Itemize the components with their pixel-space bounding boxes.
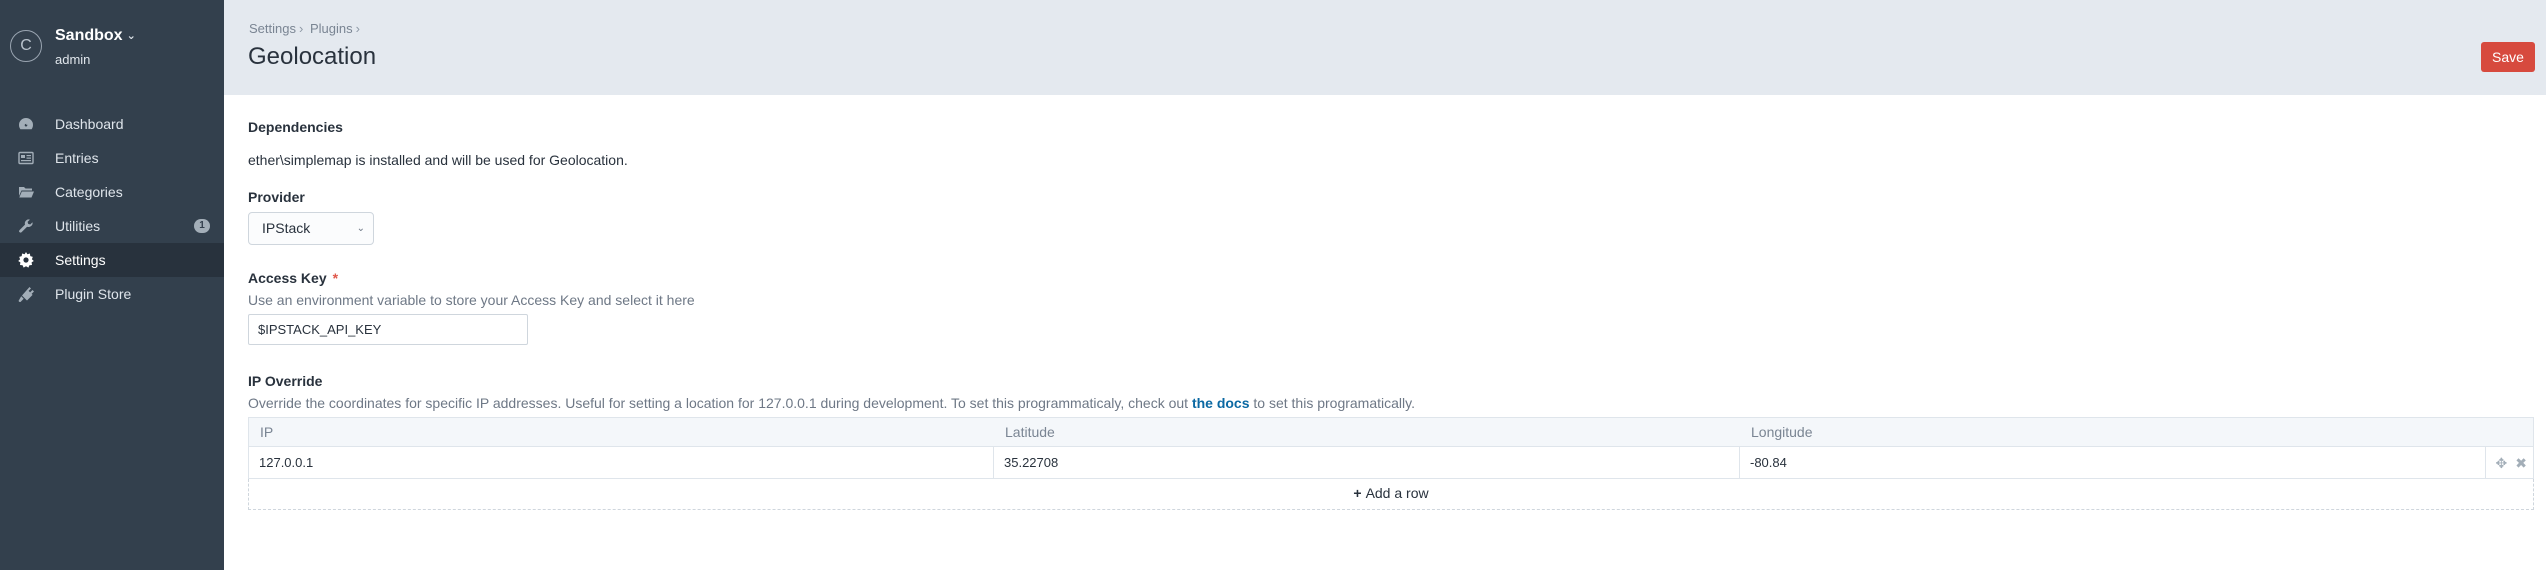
required-indicator: * bbox=[332, 270, 339, 286]
nav-item-settings[interactable]: Settings bbox=[0, 243, 224, 277]
ip-override-hint: Override the coordinates for specific IP… bbox=[248, 395, 1415, 411]
chevron-down-icon: ⌄ bbox=[126, 30, 136, 42]
chevron-down-icon: ⌄ bbox=[356, 223, 365, 234]
row-actions: ✥ ✖ bbox=[2488, 455, 2527, 472]
add-row-label: Add a row bbox=[1365, 485, 1429, 501]
nav-label: Dashboard bbox=[55, 116, 124, 132]
table-row: 127.0.0.1 35.22708 -80.84 ✥ ✖ bbox=[249, 447, 2533, 479]
nav-label: Settings bbox=[55, 252, 106, 268]
docs-link[interactable]: the docs bbox=[1192, 395, 1250, 411]
dependencies-text: ether\simplemap is installed and will be… bbox=[248, 152, 628, 168]
site-name-label: Sandbox bbox=[55, 27, 123, 44]
breadcrumb-plugins[interactable]: Plugins bbox=[310, 21, 353, 36]
nav-item-entries[interactable]: Entries bbox=[0, 141, 224, 175]
column-header-latitude: Latitude bbox=[1005, 424, 1055, 440]
access-key-label-text: Access Key bbox=[248, 270, 327, 286]
site-name[interactable]: Sandbox ⌄ bbox=[55, 27, 136, 45]
page-title: Geolocation bbox=[248, 43, 377, 70]
breadcrumb-separator: › bbox=[355, 21, 360, 36]
categories-icon bbox=[17, 184, 34, 200]
breadcrumb: Settings › Plugins › bbox=[249, 21, 363, 36]
nav-item-utilities[interactable]: Utilities 1 bbox=[0, 209, 224, 243]
nav-label: Entries bbox=[55, 150, 99, 166]
access-key-input[interactable]: $IPSTACK_API_KEY bbox=[248, 314, 528, 345]
column-header-longitude: Longitude bbox=[1751, 424, 1813, 440]
ip-override-hint-text-end: to set this programatically. bbox=[1249, 395, 1415, 411]
access-key-hint: Use an environment variable to store you… bbox=[248, 292, 695, 308]
main-nav: Dashboard Entries Categories Utilities 1 bbox=[0, 107, 224, 311]
dependencies-heading: Dependencies bbox=[248, 119, 343, 135]
breadcrumb-separator: › bbox=[298, 21, 304, 36]
dashboard-icon bbox=[17, 116, 34, 132]
longitude-cell[interactable]: -80.84 bbox=[1740, 447, 2486, 479]
settings-icon bbox=[17, 252, 34, 268]
site-logo-icon: C bbox=[10, 30, 42, 62]
page-header: Settings › Plugins › Geolocation Save bbox=[224, 0, 2546, 95]
nav-label: Plugin Store bbox=[55, 286, 132, 302]
nav-item-categories[interactable]: Categories bbox=[0, 175, 224, 209]
latitude-cell[interactable]: 35.22708 bbox=[994, 447, 1740, 479]
plugin-store-icon bbox=[17, 286, 34, 302]
table-header: IP Latitude Longitude bbox=[249, 418, 2533, 447]
column-header-ip: IP bbox=[260, 424, 274, 440]
ip-override-table: IP Latitude Longitude 127.0.0.1 35.22708… bbox=[248, 417, 2534, 479]
provider-label: Provider bbox=[248, 189, 305, 205]
nav-label: Categories bbox=[55, 184, 123, 200]
provider-selected-value: IPStack bbox=[262, 220, 311, 236]
ip-override-label: IP Override bbox=[248, 373, 323, 389]
plus-icon: + bbox=[1353, 485, 1362, 501]
notification-badge: 1 bbox=[194, 219, 210, 233]
entries-icon bbox=[17, 150, 34, 166]
current-user: admin bbox=[55, 52, 91, 67]
breadcrumb-settings[interactable]: Settings bbox=[249, 21, 296, 36]
nav-item-dashboard[interactable]: Dashboard bbox=[0, 107, 224, 141]
move-icon[interactable]: ✥ bbox=[2496, 455, 2508, 471]
utilities-icon bbox=[17, 218, 34, 234]
nav-label: Utilities bbox=[55, 218, 101, 234]
nav-item-plugin-store[interactable]: Plugin Store bbox=[0, 277, 224, 311]
ip-override-hint-text: Override the coordinates for specific IP… bbox=[248, 395, 1192, 411]
site-switcher[interactable]: C Sandbox ⌄ admin bbox=[0, 0, 224, 96]
delete-icon[interactable]: ✖ bbox=[2515, 455, 2527, 471]
add-row-button[interactable]: + Add a row bbox=[248, 479, 2534, 510]
save-button[interactable]: Save bbox=[2481, 42, 2535, 72]
access-key-label: Access Key * bbox=[248, 270, 338, 286]
provider-select[interactable]: IPStack ⌄ bbox=[248, 212, 374, 245]
ip-cell[interactable]: 127.0.0.1 bbox=[249, 447, 994, 479]
sidebar: C Sandbox ⌄ admin Dashboard Entries Categ… bbox=[0, 0, 224, 570]
